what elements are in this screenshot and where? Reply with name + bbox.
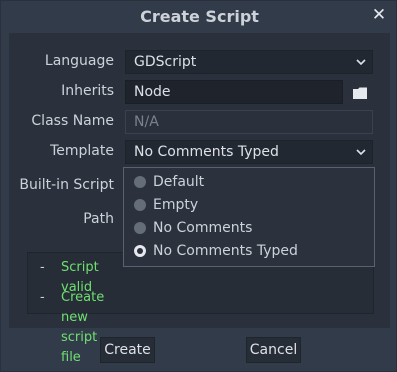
language-select[interactable]: GDScript <box>125 50 373 74</box>
option-label: No Comments <box>153 220 253 236</box>
template-option-default[interactable]: Default <box>124 171 374 194</box>
folder-icon-shape <box>353 87 367 99</box>
option-label: Empty <box>153 197 199 213</box>
status-message: Create new script file <box>61 290 105 365</box>
inherits-input[interactable]: Node <box>125 80 343 104</box>
status-dash: - <box>40 290 45 305</box>
folder-icon[interactable] <box>348 81 372 105</box>
class-name-input[interactable]: N/A <box>125 110 373 134</box>
template-label: Template <box>50 143 114 159</box>
create-button[interactable]: Create <box>100 337 155 363</box>
radio-icon <box>134 176 146 188</box>
language-value: GDScript <box>134 54 197 70</box>
template-value: No Comments Typed <box>134 144 279 160</box>
template-dropdown: Default Empty No Comments No Comments Ty… <box>123 167 375 267</box>
radio-selected-icon <box>134 245 146 257</box>
language-label: Language <box>44 53 114 69</box>
chevron-down-icon <box>356 149 366 156</box>
option-label: No Comments Typed <box>153 243 298 259</box>
dialog-titlebar[interactable]: Create Script ✕ <box>1 1 397 31</box>
close-icon[interactable]: ✕ <box>370 5 388 25</box>
path-label: Path <box>83 211 114 227</box>
template-option-no-comments[interactable]: No Comments <box>124 217 374 240</box>
status-dash: - <box>40 260 45 275</box>
create-script-dialog: Create Script ✕ Language GDScript Inheri… <box>0 0 397 372</box>
inherits-label: Inherits <box>61 83 114 99</box>
cancel-button[interactable]: Cancel <box>246 337 301 363</box>
builtin-script-label: Built-in Script <box>19 177 114 193</box>
template-select[interactable]: No Comments Typed <box>125 140 373 164</box>
radio-icon <box>134 199 146 211</box>
dialog-title: Create Script <box>140 7 259 26</box>
template-option-empty[interactable]: Empty <box>124 194 374 217</box>
chevron-down-icon <box>356 59 366 66</box>
class-name-placeholder: N/A <box>134 114 159 130</box>
class-name-label: Class Name <box>31 113 114 129</box>
option-label: Default <box>153 174 205 190</box>
template-option-no-comments-typed[interactable]: No Comments Typed <box>124 240 374 263</box>
radio-icon <box>134 222 146 234</box>
inherits-value: Node <box>134 84 171 100</box>
